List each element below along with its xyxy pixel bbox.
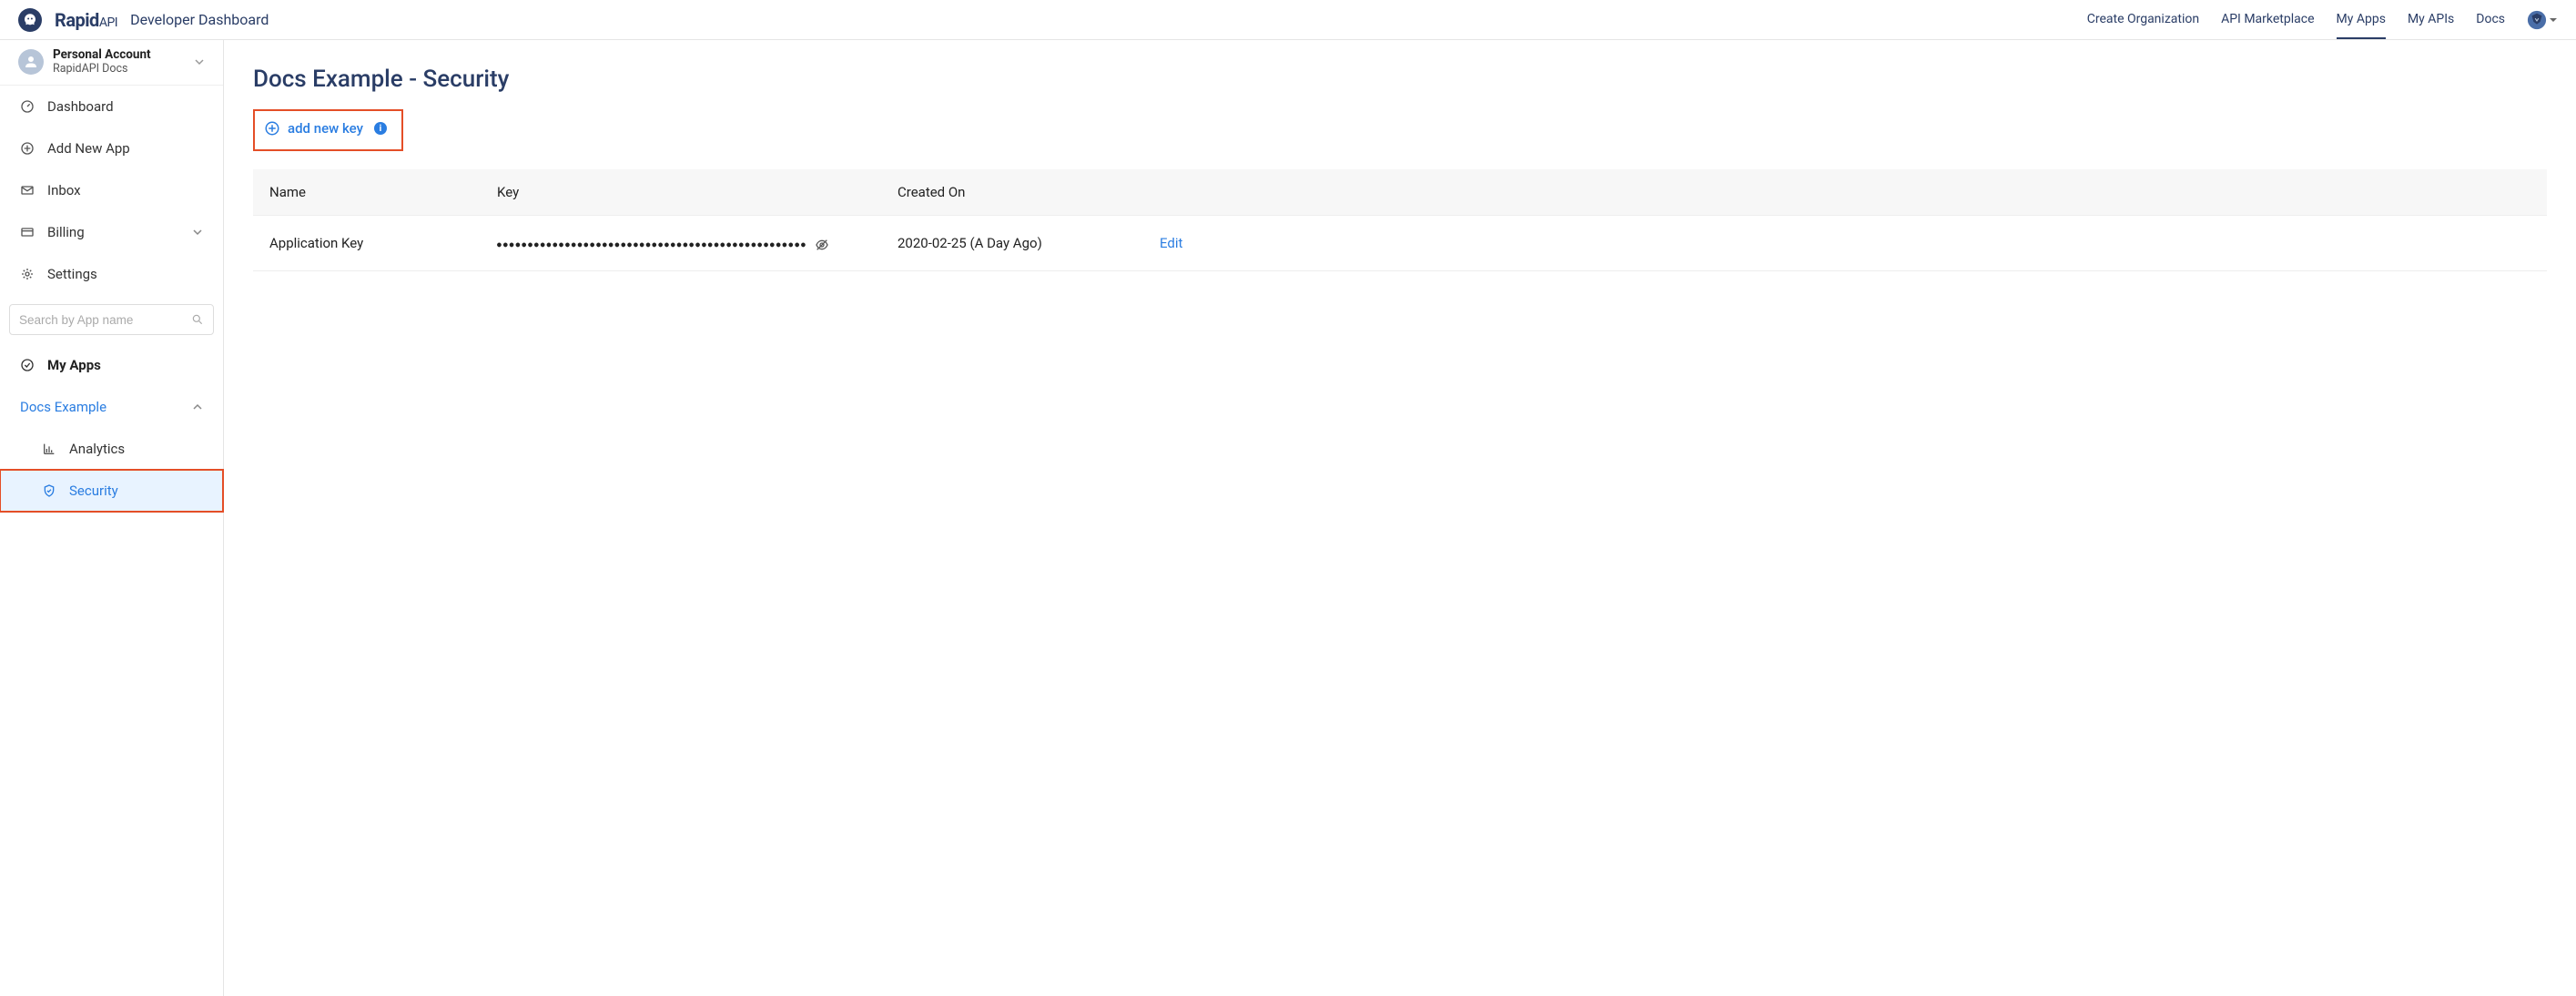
plus-circle-icon [264,120,280,137]
cell-key-value: ●●●●●●●●●●●●●●●●●●●●●●●●●●●●●●●●●●●●●●●●… [497,234,898,252]
search-box[interactable] [9,304,214,335]
nav-create-organization[interactable]: Create Organization [2087,1,2199,39]
plus-circle-icon [20,141,35,156]
mail-icon [20,183,35,198]
header-nav: Create Organization API Marketplace My A… [2087,1,2558,39]
search-icon [191,313,204,326]
sidebar-item-settings[interactable]: Settings [0,253,223,295]
sidebar-item-dashboard[interactable]: Dashboard [0,86,223,127]
sidebar-subitem-security[interactable]: Security [0,470,223,512]
my-apps-header: My Apps [0,344,223,386]
edit-link[interactable]: Edit [1160,235,1182,251]
sidebar-item-label: Add New App [47,140,130,157]
sidebar-item-label: Settings [47,266,97,282]
person-icon [18,49,44,75]
app-group-docs-example[interactable]: Docs Example [0,386,223,428]
top-header: RapidAPI Developer Dashboard Create Orga… [0,0,2576,40]
sidebar-item-add-new-app[interactable]: Add New App [0,127,223,169]
nav-my-apps[interactable]: My Apps [2337,1,2386,39]
account-texts: Personal Account RapidAPI Docs [53,47,194,76]
sidebar-subitem-label: Analytics [69,441,125,457]
add-key-label: add new key [288,120,363,137]
card-icon [20,225,35,239]
keys-table: Name Key Created On Application Key ●●●●… [253,169,2547,271]
sidebar-item-label: Inbox [47,182,81,198]
header-title: Developer Dashboard [130,11,269,28]
nav-api-marketplace[interactable]: API Marketplace [2221,1,2314,39]
table-row: Application Key ●●●●●●●●●●●●●●●●●●●●●●●●… [253,216,2547,271]
user-menu[interactable] [2527,10,2558,30]
account-name: Personal Account [53,47,194,62]
cell-created-on: 2020-02-25 (A Day Ago) [898,235,1152,251]
sidebar-item-label: Dashboard [47,98,114,115]
eye-off-icon[interactable] [815,238,829,252]
bar-chart-icon [42,442,56,456]
sidebar-item-billing[interactable]: Billing [0,211,223,253]
main-content: Docs Example - Security add new key i Na… [224,40,2576,996]
page-title: Docs Example - Security [253,66,2547,93]
th-key: Key [497,184,898,200]
nav-docs[interactable]: Docs [2476,1,2505,39]
add-key-highlight: add new key i [253,109,403,151]
chevron-up-icon [192,401,203,412]
logo-text-bold: Rapid [55,9,99,31]
caret-down-icon [2549,15,2558,25]
sidebar-subitem-analytics[interactable]: Analytics [0,428,223,470]
my-apps-label: My Apps [47,357,101,373]
sidebar-subitem-label: Security [69,483,118,499]
chevron-down-icon [194,56,205,67]
th-created: Created On [898,184,1152,200]
gauge-icon [20,99,35,114]
account-subtitle: RapidAPI Docs [53,62,194,76]
masked-key: ●●●●●●●●●●●●●●●●●●●●●●●●●●●●●●●●●●●●●●●●… [497,240,807,249]
check-circle-icon [20,358,35,372]
avatar-icon [2527,10,2547,30]
th-name: Name [269,184,497,200]
sidebar-item-label: Billing [47,224,85,240]
th-actions [1152,184,2530,200]
nav-my-apis[interactable]: My APIs [2408,1,2454,39]
logo-text[interactable]: RapidAPI [55,9,117,31]
logo-badge-icon[interactable] [18,8,42,32]
header-left: RapidAPI Developer Dashboard [18,8,269,32]
app-group-label: Docs Example [20,399,106,415]
chevron-down-icon [192,227,203,238]
search-input[interactable] [19,313,191,327]
account-switcher[interactable]: Personal Account RapidAPI Docs [0,40,223,86]
shield-icon [42,483,56,498]
sidebar: Personal Account RapidAPI Docs Dashboard… [0,40,224,996]
info-icon[interactable]: i [374,122,387,135]
table-header-row: Name Key Created On [253,169,2547,216]
gear-icon [20,267,35,281]
sidebar-item-inbox[interactable]: Inbox [0,169,223,211]
add-new-key-button[interactable]: add new key i [264,120,387,137]
logo-text-light: API [99,15,117,30]
cell-key-name: Application Key [269,235,497,251]
